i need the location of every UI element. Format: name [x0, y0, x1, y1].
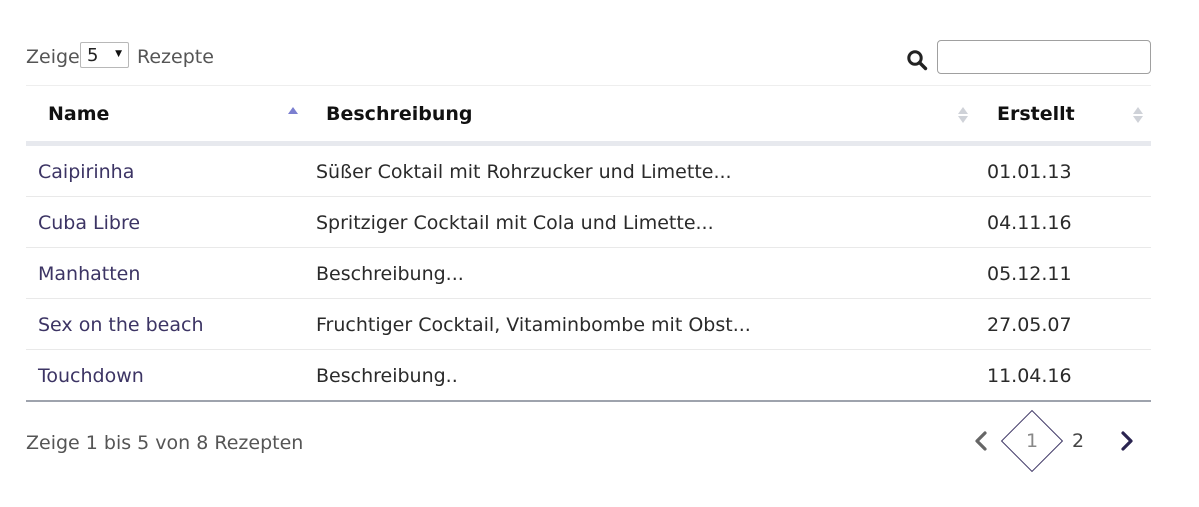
page-length-value: 5 [87, 45, 99, 66]
recipe-created-date: 11.04.16 [987, 365, 1072, 387]
sort-both-icon[interactable] [1133, 106, 1143, 124]
recipe-description: Süßer Coktail mit Rohrzucker und Limette… [316, 161, 732, 183]
recipe-description: Fruchtiger Cocktail, Vitaminbombe mit Ob… [316, 314, 751, 336]
table-row[interactable]: Touchdown Beschreibung.. 11.04.16 [26, 350, 1151, 402]
page-length-select[interactable]: 5 ▼ [80, 42, 129, 68]
column-header-created[interactable]: Erstellt [997, 103, 1075, 125]
recipe-description: Beschreibung.. [316, 365, 458, 387]
sort-both-icon[interactable] [958, 106, 968, 124]
table-controls: Zeige 5 ▼ Rezepte [26, 40, 1151, 74]
sort-ascending-icon[interactable] [288, 106, 298, 124]
recipes-table: Name Beschreibung Erstellt Caipirinha Sü… [26, 85, 1151, 402]
recipe-name-link[interactable]: Cuba Libre [38, 212, 140, 234]
recipe-name-link[interactable]: Caipirinha [38, 161, 134, 183]
table-row[interactable]: Manhatten Beschreibung... 05.12.11 [26, 248, 1151, 299]
recipe-name-link[interactable]: Sex on the beach [38, 314, 204, 336]
recipe-name-link[interactable]: Touchdown [38, 365, 144, 387]
search-icon [907, 50, 928, 71]
recipe-created-date: 27.05.07 [987, 314, 1072, 336]
table-row[interactable]: Cuba Libre Spritziger Cocktail mit Cola … [26, 197, 1151, 248]
chevron-left-icon[interactable] [972, 430, 992, 452]
recipe-created-date: 04.11.16 [987, 212, 1072, 234]
column-header-description[interactable]: Beschreibung [326, 103, 473, 125]
recipe-name-link[interactable]: Manhatten [38, 263, 140, 285]
pagination-page-2[interactable]: 2 [1072, 430, 1084, 452]
table-info: Zeige 1 bis 5 von 8 Rezepten [26, 432, 304, 454]
recipe-description: Beschreibung... [316, 263, 464, 285]
chevron-right-icon[interactable] [1116, 430, 1136, 452]
length-prefix-label: Zeige [26, 46, 80, 68]
recipe-created-date: 01.01.13 [987, 161, 1072, 183]
search-input[interactable] [937, 40, 1151, 74]
table-header: Name Beschreibung Erstellt [26, 85, 1151, 146]
pagination-page-1-label[interactable]: 1 [1003, 430, 1061, 452]
table-row[interactable]: Sex on the beach Fruchtiger Cocktail, Vi… [26, 299, 1151, 350]
column-header-name[interactable]: Name [48, 103, 109, 125]
length-suffix-label: Rezepte [137, 46, 214, 68]
recipe-created-date: 05.12.11 [987, 263, 1072, 285]
recipe-description: Spritziger Cocktail mit Cola und Limette… [316, 212, 714, 234]
chevron-down-icon: ▼ [115, 49, 122, 59]
table-row[interactable]: Caipirinha Süßer Coktail mit Rohrzucker … [26, 146, 1151, 197]
